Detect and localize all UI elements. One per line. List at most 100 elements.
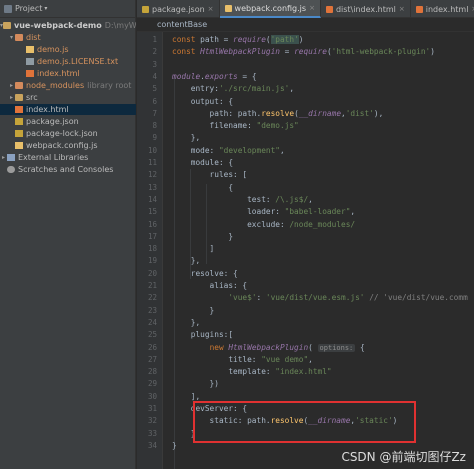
- line-number: 24: [147, 317, 157, 327]
- breadcrumb-item: contentBase: [157, 20, 208, 29]
- tree-item-node-modules[interactable]: ▸ node_modules library root: [0, 80, 136, 91]
- editor-tabs: package.json × webpack.config.js × dist\…: [137, 0, 474, 18]
- tree-item-label: dist: [26, 33, 41, 42]
- line-number: 2: [152, 47, 157, 57]
- tree-item-dist[interactable]: ▾ dist: [0, 32, 136, 43]
- code-line: }: [172, 305, 215, 315]
- line-number: 29: [147, 379, 157, 389]
- html-file-icon: [325, 5, 333, 13]
- line-number: 10: [147, 145, 157, 155]
- line-number: 22: [147, 293, 157, 303]
- json-file-icon: [15, 130, 23, 137]
- line-number: 16: [147, 219, 157, 229]
- collapse-arrow-icon[interactable]: ▸: [0, 154, 7, 161]
- folder-icon: [15, 82, 23, 89]
- tree-item-src[interactable]: ▸ src: [0, 92, 136, 103]
- code-line: 'vue$': 'vue/dist/vue.esm.js' // 'vue/di…: [228, 293, 468, 303]
- json-file-icon: [15, 118, 23, 125]
- close-icon[interactable]: ×: [399, 5, 405, 13]
- tree-item-label: package-lock.json: [26, 129, 98, 138]
- tree-item-label: External Libraries: [18, 153, 89, 162]
- tree-item-label: node_modules: [26, 81, 85, 90]
- tree-item-package-lock[interactable]: package-lock.json: [0, 128, 136, 139]
- tab-label: webpack.config.js: [234, 3, 307, 13]
- line-number: 13: [147, 182, 157, 192]
- tree-item-path: D:\myWork: [104, 21, 136, 30]
- tree-item-external-libraries[interactable]: ▸ External Libraries: [0, 152, 136, 163]
- code-line: const path = require('path'): [172, 35, 304, 44]
- tab-label: index.html: [425, 4, 469, 14]
- scratches-icon: [7, 166, 15, 173]
- html-file-icon: [26, 70, 34, 77]
- expand-arrow-icon[interactable]: ▾: [8, 34, 15, 41]
- tree-item-label: demo.js: [37, 45, 69, 54]
- collapse-arrow-icon[interactable]: ▸: [8, 82, 15, 89]
- collapse-arrow-icon[interactable]: ▸: [8, 94, 15, 101]
- line-number: 25: [147, 330, 157, 340]
- code-line: resolve: {: [172, 268, 238, 278]
- code-line: ],: [172, 391, 201, 401]
- folder-icon: [3, 22, 12, 29]
- csdn-watermark: CSDN @前端切图仔Zz: [341, 450, 466, 464]
- tree-item-label: package.json: [26, 117, 79, 126]
- project-panel-title: Project: [15, 4, 43, 13]
- html-file-icon: [15, 106, 23, 113]
- devserver-highlight-box: [193, 401, 416, 443]
- tree-item-webpack-config[interactable]: webpack.config.js: [0, 140, 136, 151]
- tree-item-note: library root: [87, 81, 132, 90]
- code-line: path: path.resolve(__dirname,'dist'),: [172, 108, 384, 118]
- code-line: ]: [172, 244, 215, 254]
- line-number: 19: [147, 256, 157, 266]
- tab-package-json[interactable]: package.json ×: [137, 0, 220, 18]
- code-line: },: [172, 256, 201, 266]
- line-number: 27: [147, 354, 157, 364]
- line-number-gutter: 1 2 3 4 5 6 7 8 9 10 11 12 13 14 15 16 17 18 19 20 21 22 23 24 2…: [137, 32, 163, 469]
- js-file-icon: [15, 142, 23, 149]
- tab-index-html[interactable]: index.html ×: [411, 0, 474, 18]
- tree-item-package-json[interactable]: package.json: [0, 116, 136, 127]
- line-number: 11: [147, 158, 157, 167]
- line-number: 32: [147, 416, 157, 426]
- line-number: 4: [152, 71, 157, 81]
- line-number: 12: [147, 170, 157, 180]
- folder-icon: [15, 34, 23, 41]
- code-line: alias: {: [172, 281, 248, 290]
- tree-item-label: webpack.config.js: [26, 141, 98, 150]
- tree-item-demo-js[interactable]: demo.js: [0, 44, 136, 55]
- line-number: 14: [147, 194, 157, 204]
- line-number: 1: [152, 35, 157, 44]
- line-number: 7: [152, 108, 157, 118]
- json-file-icon: [142, 5, 149, 13]
- project-panel-header[interactable]: Project ▾: [0, 0, 135, 18]
- code-line: }): [172, 379, 219, 389]
- code-line: entry:'./src/main.js',: [172, 84, 295, 94]
- tree-item-dist-index[interactable]: index.html: [0, 68, 136, 79]
- html-file-icon: [415, 5, 423, 13]
- tab-webpack-config[interactable]: webpack.config.js ×: [219, 0, 321, 18]
- tab-dist-index-html[interactable]: dist\index.html ×: [321, 0, 411, 18]
- library-icon: [7, 154, 15, 161]
- code-line: const HtmlWebpackPlugin = require('html-…: [172, 47, 435, 57]
- line-number: 15: [147, 207, 157, 217]
- code-line: }: [172, 440, 177, 450]
- tab-label: package.json: [152, 4, 205, 14]
- tree-item-index-html[interactable]: index.html: [0, 104, 136, 115]
- code-line: },: [172, 133, 201, 143]
- code-line: title: "vue demo",: [172, 354, 313, 364]
- chevron-down-icon[interactable]: ▾: [44, 5, 47, 12]
- tree-item-scratches[interactable]: Scratches and Consoles: [0, 164, 136, 175]
- breadcrumb[interactable]: contentBase: [137, 18, 474, 32]
- close-icon[interactable]: ×: [208, 5, 214, 13]
- code-editor: package.json × webpack.config.js × dist\…: [137, 0, 474, 469]
- tree-item-root[interactable]: ▾ vue-webpack-demo D:\myWork: [0, 20, 136, 31]
- tab-label: dist\index.html: [335, 4, 396, 14]
- line-number: 3: [152, 59, 157, 69]
- tree-item-license[interactable]: demo.js.LICENSE.txt: [0, 56, 136, 67]
- project-panel: Project ▾ ▾ vue-webpack-demo D:\myWork ▾…: [0, 0, 136, 469]
- code-line: rules: [: [172, 170, 248, 180]
- close-icon[interactable]: ×: [309, 4, 315, 12]
- line-number: 20: [147, 268, 157, 278]
- line-number: 17: [147, 231, 157, 241]
- code-line: filename: "demo.js": [172, 121, 299, 131]
- tree-item-label: vue-webpack-demo: [14, 21, 102, 30]
